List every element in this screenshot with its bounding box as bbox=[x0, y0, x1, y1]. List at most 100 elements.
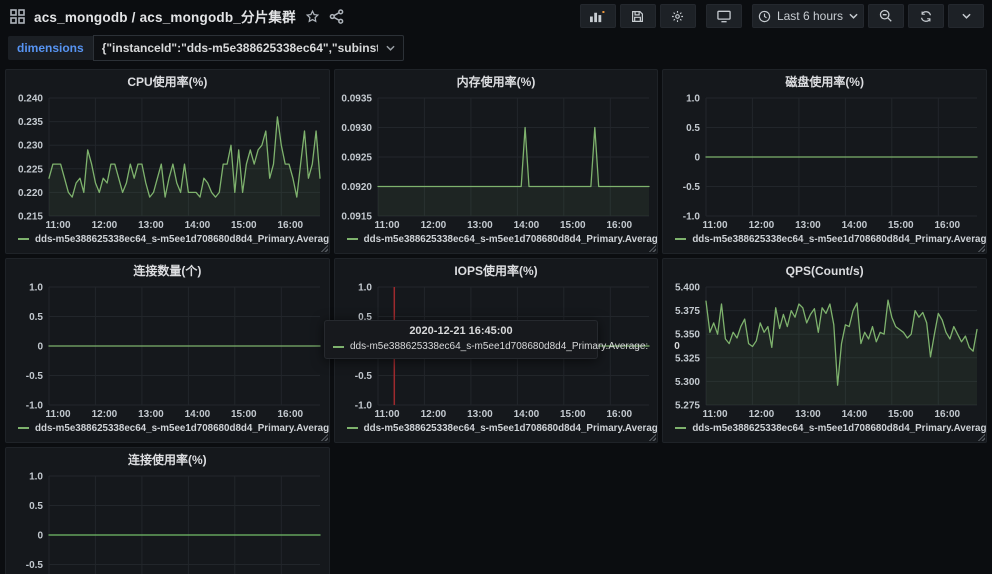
apps-grid-icon[interactable] bbox=[10, 9, 25, 24]
svg-text:14:00: 14:00 bbox=[185, 220, 211, 231]
dimensions-variable-dropdown[interactable]: {"instanceId":"dds-m5e388625338ec64","su… bbox=[93, 35, 404, 61]
svg-text:12:00: 12:00 bbox=[420, 220, 446, 231]
panel-title[interactable]: 连接使用率(%) bbox=[6, 448, 329, 471]
svg-text:5.300: 5.300 bbox=[675, 377, 700, 388]
chevron-down-icon bbox=[962, 13, 971, 19]
svg-text:5.400: 5.400 bbox=[675, 283, 700, 294]
chevron-down-icon bbox=[386, 45, 395, 51]
svg-text:0.0935: 0.0935 bbox=[341, 94, 372, 105]
tooltip-timestamp: 2020-12-21 16:45:00 bbox=[333, 325, 589, 337]
svg-text:1.0: 1.0 bbox=[358, 283, 372, 294]
refresh-interval-dropdown[interactable] bbox=[948, 4, 984, 28]
chevron-down-icon bbox=[849, 13, 858, 19]
star-icon[interactable] bbox=[305, 9, 320, 24]
panel-resize-handle[interactable] bbox=[648, 244, 656, 252]
svg-text:0.240: 0.240 bbox=[18, 94, 43, 105]
time-range-picker[interactable]: Last 6 hours bbox=[752, 4, 864, 28]
svg-text:0: 0 bbox=[37, 342, 43, 353]
svg-text:0.5: 0.5 bbox=[686, 123, 700, 134]
panel-resize-handle[interactable] bbox=[977, 433, 985, 441]
svg-text:0.230: 0.230 bbox=[18, 141, 43, 152]
legend-color-dash bbox=[675, 427, 686, 429]
svg-text:14:00: 14:00 bbox=[513, 220, 539, 231]
svg-text:0.0920: 0.0920 bbox=[341, 182, 372, 193]
panel-resize-handle[interactable] bbox=[320, 433, 328, 441]
share-icon[interactable] bbox=[329, 9, 344, 24]
dashboard-settings-button[interactable] bbox=[660, 4, 696, 28]
save-dashboard-button[interactable] bbox=[620, 4, 656, 28]
dashboard-breadcrumb[interactable]: acs_mongodb / acs_mongodb_分片集群 bbox=[34, 6, 296, 26]
tooltip-series-value: 0 bbox=[674, 341, 680, 352]
svg-text:12:00: 12:00 bbox=[92, 409, 118, 420]
panel-title[interactable]: 连接数量(个) bbox=[6, 259, 329, 282]
svg-text:0.225: 0.225 bbox=[18, 164, 43, 175]
svg-text:0: 0 bbox=[37, 531, 43, 542]
svg-text:-1.0: -1.0 bbox=[354, 401, 372, 412]
svg-text:0: 0 bbox=[695, 153, 701, 164]
svg-text:13:00: 13:00 bbox=[795, 409, 821, 420]
panel-resize-handle[interactable] bbox=[648, 433, 656, 441]
panel-title[interactable]: CPU使用率(%) bbox=[6, 70, 329, 93]
svg-text:16:00: 16:00 bbox=[606, 409, 632, 420]
svg-text:-1.0: -1.0 bbox=[683, 212, 701, 223]
svg-text:12:00: 12:00 bbox=[92, 220, 118, 231]
svg-text:13:00: 13:00 bbox=[138, 220, 164, 231]
svg-text:0.215: 0.215 bbox=[18, 212, 43, 223]
svg-text:0.0915: 0.0915 bbox=[341, 212, 372, 223]
svg-text:16:00: 16:00 bbox=[278, 220, 304, 231]
svg-text:5.350: 5.350 bbox=[675, 330, 700, 341]
svg-text:5.325: 5.325 bbox=[675, 353, 700, 364]
dimensions-variable-value: {"instanceId":"dds-m5e388625338ec64","su… bbox=[102, 41, 378, 55]
svg-text:-0.5: -0.5 bbox=[26, 371, 44, 382]
svg-text:15:00: 15:00 bbox=[231, 409, 257, 420]
tooltip-series-dash bbox=[333, 346, 344, 348]
legend-item[interactable]: dds-m5e388625338ec64_s-m5ee1d708680d8d4_… bbox=[335, 420, 658, 436]
panel-title[interactable]: 内存使用率(%) bbox=[335, 70, 658, 93]
svg-text:-0.5: -0.5 bbox=[683, 182, 701, 193]
svg-text:15:00: 15:00 bbox=[231, 220, 257, 231]
qps-chart[interactable]: 5.4005.3755.3505.3255.3005.27511:0012:00… bbox=[666, 282, 983, 420]
panel-disk-usage: 磁盘使用率(%) 1.00.50-0.5-1.011:0012:0013:001… bbox=[662, 69, 987, 254]
graph-tooltip: 2020-12-21 16:45:00 dds-m5e388625338ec64… bbox=[324, 320, 598, 359]
legend-item[interactable]: dds-m5e388625338ec64_s-m5ee1d708680d8d4_… bbox=[6, 231, 329, 247]
add-panel-button[interactable] bbox=[580, 4, 616, 28]
svg-text:0.220: 0.220 bbox=[18, 188, 43, 199]
svg-text:14:00: 14:00 bbox=[842, 409, 868, 420]
svg-text:16:00: 16:00 bbox=[606, 220, 632, 231]
svg-text:13:00: 13:00 bbox=[795, 220, 821, 231]
panel-title[interactable]: IOPS使用率(%) bbox=[335, 259, 658, 282]
svg-text:11:00: 11:00 bbox=[374, 220, 399, 231]
legend-item[interactable]: dds-m5e388625338ec64_s-m5ee1d708680d8d4_… bbox=[663, 231, 986, 247]
refresh-button[interactable] bbox=[908, 4, 944, 28]
panel-qps: QPS(Count/s) 5.400 5.375 5.350 5.325 5.300 5.… bbox=[662, 258, 987, 443]
svg-text:0.5: 0.5 bbox=[29, 501, 43, 512]
zoom-out-button[interactable] bbox=[868, 4, 904, 28]
panel-resize-handle[interactable] bbox=[977, 244, 985, 252]
cpu-usage-chart[interactable]: 0.2400.2350.2300.2250.2200.21511:0012:00… bbox=[9, 93, 326, 231]
legend-item[interactable]: dds-m5e388625338ec64_s-m5ee1d708680d8d4_… bbox=[335, 231, 658, 247]
legend-item[interactable]: dds-m5e388625338ec64_s-m5ee1d708680d8d4_… bbox=[6, 420, 329, 436]
memory-usage-chart[interactable]: 0.09350.09300.09250.09200.091511:0012:00… bbox=[338, 93, 655, 231]
panel-title[interactable]: 磁盘使用率(%) bbox=[663, 70, 986, 93]
legend-item[interactable]: dds-m5e388625338ec64_s-m5ee1d708680d8d4_… bbox=[663, 420, 986, 436]
tooltip-series-label: dds-m5e388625338ec64_s-m5ee1d708680d8d4_… bbox=[350, 341, 648, 352]
connection-usage-chart[interactable]: 1.00.50-0.5-1.011:0012:0013:0014:0015:00… bbox=[9, 471, 326, 574]
svg-text:5.375: 5.375 bbox=[675, 306, 700, 317]
svg-text:13:00: 13:00 bbox=[467, 220, 493, 231]
panel-resize-handle[interactable] bbox=[320, 244, 328, 252]
svg-text:-0.5: -0.5 bbox=[354, 371, 372, 382]
cycle-view-mode-button[interactable] bbox=[706, 4, 742, 28]
disk-usage-chart[interactable]: 1.00.50-0.5-1.011:0012:0013:0014:0015:00… bbox=[666, 93, 983, 231]
svg-text:12:00: 12:00 bbox=[749, 220, 775, 231]
svg-text:15:00: 15:00 bbox=[560, 220, 586, 231]
legend-color-dash bbox=[18, 427, 29, 429]
svg-text:5.275: 5.275 bbox=[675, 401, 700, 412]
connection-count-chart[interactable]: 1.00.50-0.5-1.011:0012:0013:0014:0015:00… bbox=[9, 282, 326, 420]
dimensions-variable-label: dimensions bbox=[8, 36, 93, 60]
svg-text:14:00: 14:00 bbox=[842, 220, 868, 231]
svg-text:11:00: 11:00 bbox=[45, 409, 70, 420]
legend-color-dash bbox=[347, 238, 358, 240]
svg-text:0.235: 0.235 bbox=[18, 117, 43, 128]
svg-text:16:00: 16:00 bbox=[935, 409, 961, 420]
panel-title[interactable]: QPS(Count/s) bbox=[663, 259, 986, 282]
